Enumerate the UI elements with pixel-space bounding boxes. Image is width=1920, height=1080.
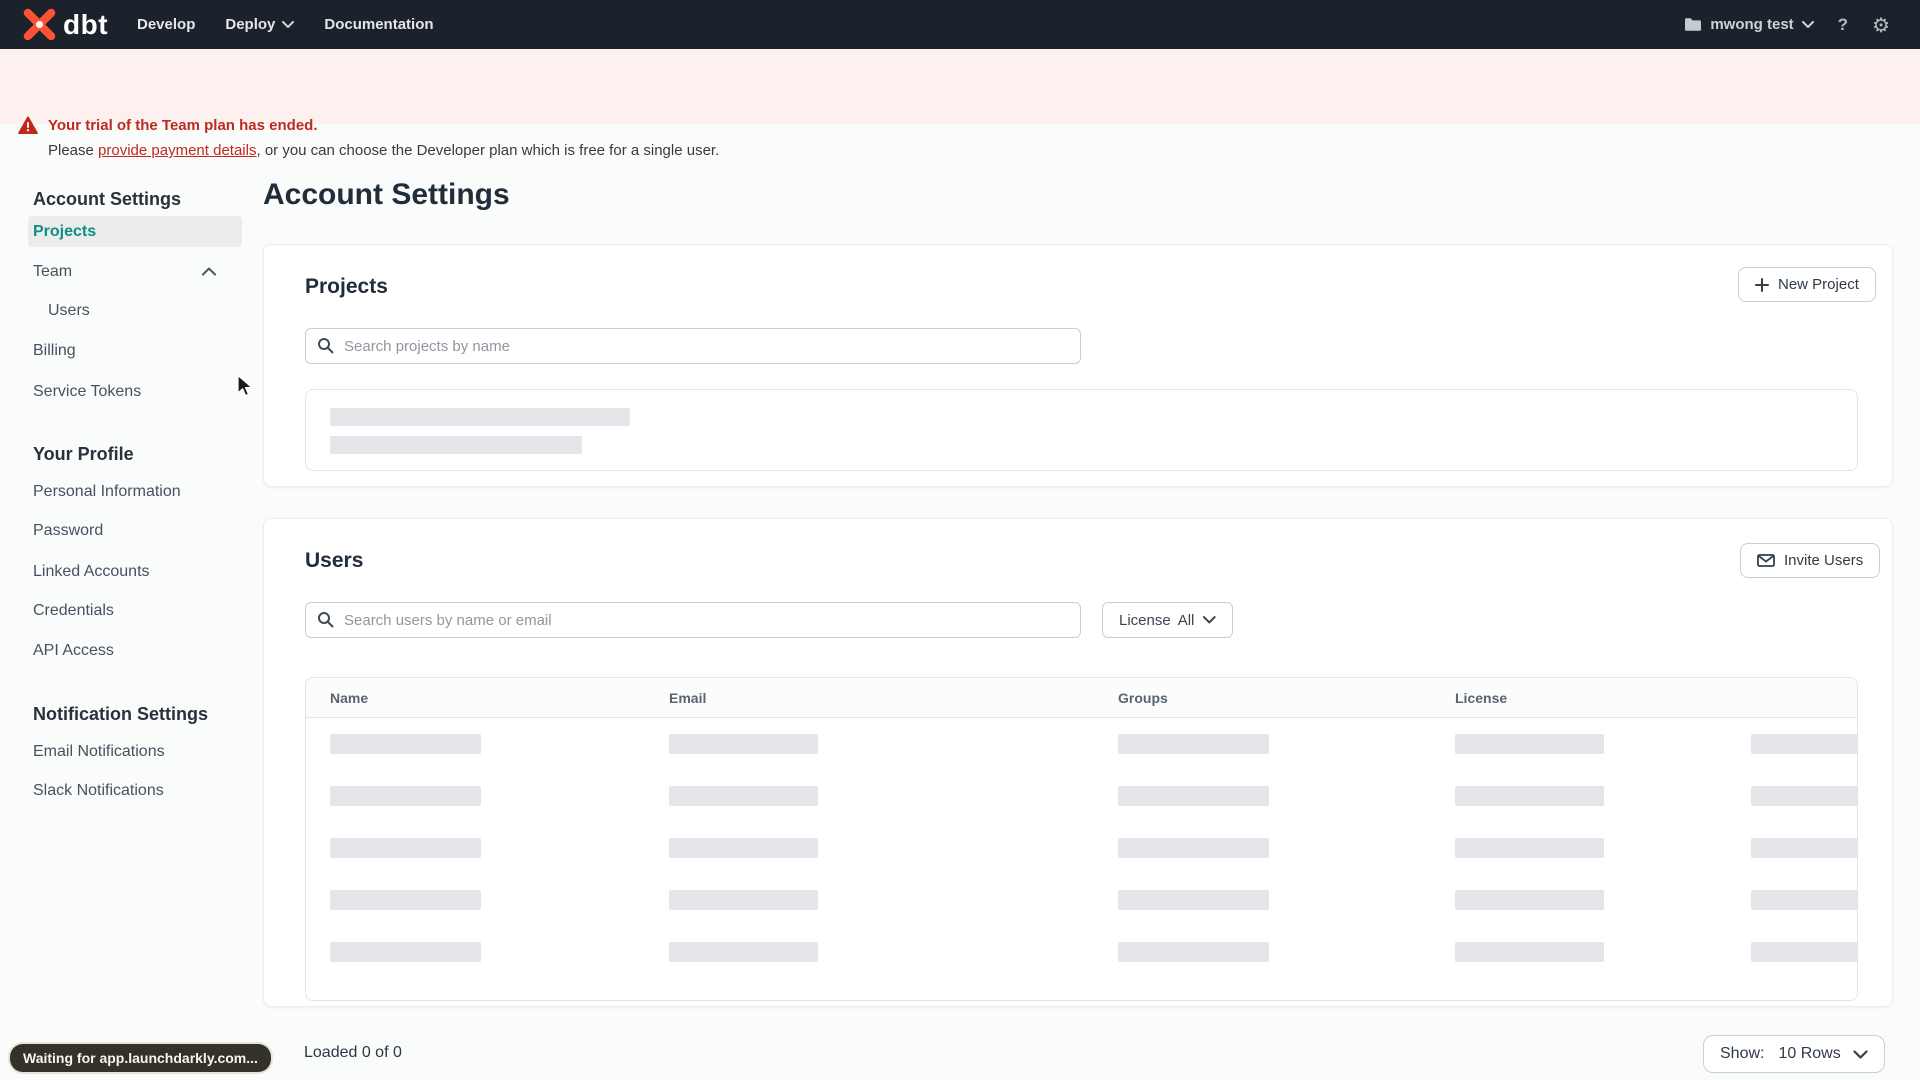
nav-item-documentation[interactable]: Documentation [324, 16, 433, 33]
new-project-button[interactable]: New Project [1738, 267, 1876, 302]
invite-users-label: Invite Users [1784, 552, 1864, 569]
projects-card: Projects New Project [263, 244, 1893, 487]
folder-icon [1685, 18, 1702, 31]
table-row-skeleton [306, 822, 1857, 874]
skeleton-bar [1455, 734, 1604, 754]
sidebar-item-linked-accounts[interactable]: Linked Accounts [28, 556, 242, 588]
plus-icon [1755, 277, 1769, 292]
users-search-input[interactable] [305, 602, 1081, 638]
page-title: Account Settings [263, 178, 510, 211]
sidebar-item-projects[interactable]: Projects [28, 216, 242, 247]
column-header-license: License [1455, 690, 1508, 706]
nav-right: mwong test ? ⚙ [1684, 0, 1890, 49]
sidebar-item-password[interactable]: Password [28, 515, 242, 547]
table-row-skeleton [306, 926, 1857, 978]
projects-loading-panel [305, 389, 1858, 471]
column-header-groups: Groups [1118, 690, 1168, 706]
settings-gear-button[interactable]: ⚙ [1872, 13, 1890, 37]
skeleton-bar [1751, 942, 1857, 962]
skeleton-bar [669, 786, 818, 806]
skeleton-bar [1118, 890, 1269, 910]
chevron-down-icon [1801, 20, 1814, 28]
show-rows-label: Show: [1720, 1045, 1765, 1062]
new-project-label: New Project [1778, 276, 1859, 293]
sidebar-item-email-notifications[interactable]: Email Notifications [28, 736, 242, 768]
sidebar-item-credentials[interactable]: Credentials [28, 595, 242, 627]
sidebar-item-personal-information[interactable]: Personal Information [28, 476, 242, 508]
skeleton-bar [1118, 786, 1269, 806]
skeleton-bar [1751, 786, 1857, 806]
invite-users-button[interactable]: Invite Users [1740, 543, 1881, 578]
envelope-icon [1757, 554, 1775, 567]
show-rows-value: 10 Rows [1778, 1045, 1841, 1062]
column-header-email: Email [669, 690, 707, 706]
skeleton-bar [330, 786, 481, 806]
table-row-skeleton [306, 770, 1857, 822]
table-row-skeleton [306, 874, 1857, 926]
skeleton-bar [669, 734, 818, 754]
browser-status-tooltip: Waiting for app.launchdarkly.com... [10, 1044, 271, 1072]
skeleton-bar [1751, 838, 1857, 858]
skeleton-bar [330, 942, 481, 962]
show-rows-dropdown[interactable]: Show: 10 Rows [1703, 1035, 1885, 1073]
projects-heading: Projects [305, 275, 388, 298]
license-filter-label: License [1119, 611, 1171, 629]
skeleton-bar [1455, 838, 1604, 858]
account-name: mwong test [1710, 16, 1794, 33]
skeleton-bar [1118, 942, 1269, 962]
mouse-cursor [237, 374, 253, 397]
sidebar-item-billing[interactable]: Billing [28, 335, 242, 367]
banner-body-suffix: , or you can choose the Developer plan w… [256, 142, 720, 159]
sidebar-heading-notification-settings: Notification Settings [33, 703, 208, 724]
skeleton-bar [330, 436, 582, 454]
loaded-status: Loaded 0 of 0 [304, 1044, 402, 1061]
search-icon [318, 612, 334, 628]
chevron-down-icon [1203, 616, 1216, 624]
skeleton-bar [1118, 734, 1269, 754]
projects-search-input[interactable] [305, 328, 1081, 364]
skeleton-bar [1751, 890, 1857, 910]
users-card: Users Invite Users License All Name Emai… [263, 518, 1893, 1007]
skeleton-bar [669, 890, 818, 910]
skeleton-bar [330, 408, 630, 426]
sidebar-item-api-access[interactable]: API Access [28, 635, 242, 667]
skeleton-bar [1455, 786, 1604, 806]
users-heading: Users [305, 549, 364, 572]
skeleton-bar [669, 838, 818, 858]
skeleton-bar [330, 890, 481, 910]
skeleton-bar [330, 734, 481, 754]
license-filter-dropdown[interactable]: License All [1102, 602, 1233, 638]
sidebar-item-team[interactable]: Team [28, 256, 242, 288]
skeleton-bar [1118, 838, 1269, 858]
search-icon [318, 338, 334, 354]
users-table: Name Email Groups License [305, 677, 1858, 1001]
skeleton-bar [1751, 734, 1857, 754]
sidebar-item-users[interactable]: Users [28, 295, 242, 327]
skeleton-bar [1455, 890, 1604, 910]
skeleton-bar [1455, 942, 1604, 962]
users-table-header: Name Email Groups License [306, 678, 1857, 718]
sidebar-item-service-tokens[interactable]: Service Tokens [28, 376, 242, 408]
sidebar-item-slack-notifications[interactable]: Slack Notifications [28, 775, 242, 807]
help-button[interactable]: ? [1838, 15, 1848, 35]
sidebar-team-label: Team [33, 263, 73, 280]
chevron-down-icon [282, 20, 295, 28]
account-switcher[interactable]: mwong test [1684, 16, 1814, 33]
license-filter-value: All [1177, 611, 1195, 629]
trial-ended-banner: Your trial of the Team plan has ended. P… [0, 49, 1920, 159]
skeleton-bar [330, 838, 481, 858]
table-row-skeleton [306, 718, 1857, 770]
skeleton-bar [669, 942, 818, 962]
top-nav: dbt Develop Deploy Documentation mwong t… [0, 0, 1920, 49]
users-search [305, 602, 1081, 638]
sidebar-heading-your-profile: Your Profile [33, 443, 134, 464]
column-header-name: Name [330, 690, 369, 706]
chevron-down-icon [1853, 1049, 1868, 1059]
sidebar-heading-account-settings: Account Settings [33, 188, 182, 209]
settings-sidebar: Account Settings Projects Team Users Bil… [28, 0, 242, 1080]
projects-search [305, 328, 1081, 364]
nav-documentation-label: Documentation [324, 16, 434, 33]
chevron-up-icon[interactable] [202, 267, 216, 276]
